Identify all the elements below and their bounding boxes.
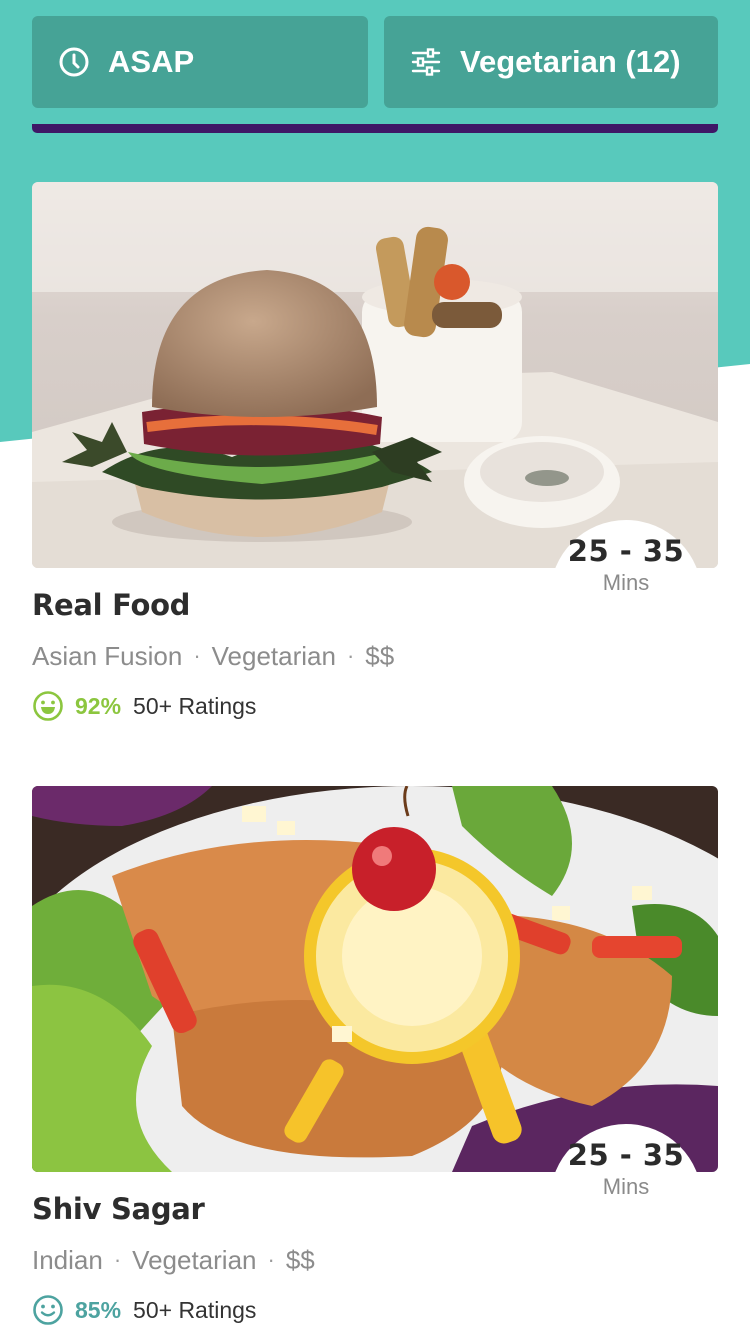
asap-time-button[interactable]: ASAP <box>32 16 368 108</box>
restaurant-photo[interactable] <box>32 786 718 1172</box>
eta-range: 25 - 35 <box>567 1138 685 1172</box>
sliders-icon <box>410 46 442 78</box>
eta-range: 25 - 35 <box>567 534 685 568</box>
separator-dot: · <box>113 1247 122 1272</box>
eta-unit: Mins <box>602 1174 650 1199</box>
separator-dot: · <box>267 1247 275 1272</box>
price-tag: $$ <box>365 640 395 671</box>
dish-photo <box>32 786 718 1172</box>
burger-photo <box>32 182 718 568</box>
big-smile-icon <box>32 690 64 722</box>
restaurant-tags: Indian · Vegetarian · $$ <box>32 1242 718 1278</box>
separator-dot: · <box>193 643 201 668</box>
rating-count: 50+ Ratings <box>133 692 257 719</box>
diet-tag: Vegetarian <box>211 640 336 671</box>
rating-row: 92% 50+ Ratings <box>32 688 718 724</box>
eta-badge: 25 - 35 Mins <box>550 1124 702 1220</box>
price-tag: $$ <box>285 1244 315 1275</box>
filter-progress-line <box>32 124 718 133</box>
restaurant-photo[interactable] <box>32 182 718 568</box>
clock-icon <box>58 46 90 78</box>
cuisine-tag: Asian Fusion <box>32 640 183 671</box>
filter-bar: ASAP Vegetarian (12) <box>32 16 718 108</box>
eta-badge: 25 - 35 Mins <box>550 520 702 616</box>
rating-count: 50+ Ratings <box>133 1296 257 1323</box>
restaurant-card-shiv-sagar[interactable]: 25 - 35 Mins Shiv Sagar Indian · Vegetar… <box>32 786 718 1328</box>
cuisine-tag: Indian <box>32 1244 103 1275</box>
separator-dot: · <box>346 643 355 668</box>
dietary-filter-label: Vegetarian (12) <box>460 44 681 79</box>
asap-label: ASAP <box>108 44 195 79</box>
restaurant-card-real-food[interactable]: 25 - 35 Mins Real Food Asian Fusion · Ve… <box>32 182 718 724</box>
rating-percent: 92% <box>75 692 122 719</box>
restaurant-tags: Asian Fusion · Vegetarian · $$ <box>32 638 718 674</box>
eta-unit: Mins <box>602 570 650 595</box>
diet-tag: Vegetarian <box>132 1244 257 1275</box>
smile-icon <box>32 1294 64 1326</box>
rating-percent: 85% <box>75 1296 122 1323</box>
rating-row: 85% 50+ Ratings <box>32 1292 718 1328</box>
dietary-filter-button[interactable]: Vegetarian (12) <box>384 16 718 108</box>
